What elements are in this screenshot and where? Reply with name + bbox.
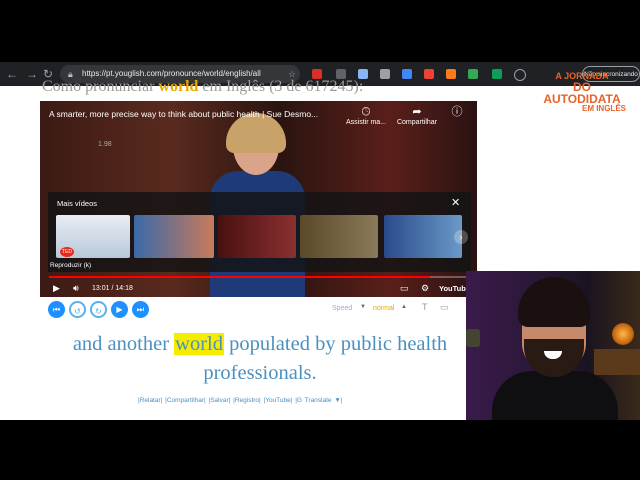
close-icon[interactable]: ✕ (451, 196, 460, 209)
webcam-overlay (466, 271, 640, 420)
speed-label: Speed (332, 305, 353, 312)
logo-line-3: EM INGLÊS (581, 104, 626, 113)
speed-up-icon[interactable]: ▲ (401, 304, 407, 310)
watch-later-button[interactable]: 🕒︎ Assistir ma... (339, 105, 393, 126)
gear-icon[interactable]: ⚙ (421, 280, 429, 297)
caption-text: and another world populated by public he… (40, 330, 480, 388)
repeat-icon[interactable]: ↻ (90, 301, 107, 318)
video-title[interactable]: A smarter, more precise way to think abo… (49, 109, 339, 119)
microphone (466, 329, 480, 347)
extension-icon[interactable] (424, 69, 434, 79)
clock-icon: 🕒︎ (361, 106, 371, 118)
speed-down-icon[interactable]: ▼ (360, 304, 366, 310)
info-icon: ⓘ (451, 106, 463, 118)
heading-suffix: em Inglês (3 de 617245): (202, 78, 364, 95)
video-thumbnail[interactable] (384, 215, 462, 258)
back-five-icon[interactable]: ↺ (69, 301, 86, 318)
chevron-right-icon[interactable]: › (454, 230, 468, 244)
extension-icon[interactable] (380, 69, 390, 79)
text-size-icon[interactable]: T (422, 302, 428, 312)
extension-icon[interactable] (446, 69, 456, 79)
progress-fill (49, 276, 431, 278)
screen-icon[interactable]: ▭ (440, 302, 449, 313)
video-thumbnail[interactable] (134, 215, 214, 258)
extension-icon[interactable] (468, 69, 478, 79)
caption-after: populated by public health professionals… (203, 333, 448, 384)
video-player[interactable]: 1.98 A smarter, more precise way to thin… (40, 101, 477, 297)
caption-before: and another (72, 333, 170, 355)
page-title: Como pronunciar world em Inglês (3 de 61… (42, 78, 363, 96)
bookshelf (594, 349, 640, 375)
presenter-body (492, 371, 618, 420)
video-thumbnail[interactable] (218, 215, 296, 258)
info-button[interactable]: ⓘ (430, 105, 477, 119)
previous-track-icon[interactable]: ⏮ (48, 301, 65, 318)
more-videos-title: Mais vídeos (57, 199, 98, 208)
more-videos-panel: Mais vídeos ✕ TED › (48, 192, 471, 272)
ted-badge: TED (60, 247, 74, 257)
logo-line-2: DO AUTODIDATA (543, 80, 621, 106)
next-track-icon[interactable]: ⏭ (132, 301, 149, 318)
time-display: 13:01 / 14:18 (92, 285, 133, 292)
play-icon[interactable]: ▶ (111, 301, 128, 318)
heading-word: world (158, 78, 199, 95)
video-watermark: 1.98 (98, 141, 112, 148)
video-thumbnail[interactable] (300, 215, 378, 258)
action-links[interactable]: |Relatar| |Compartilhar| |Salvar| |Regis… (138, 397, 342, 404)
back-icon[interactable]: ← (2, 62, 22, 86)
presenter-hair (518, 277, 590, 327)
channel-logo: A JORNADA DO AUTODIDATA EM INGLÊS (536, 72, 628, 113)
player-controls: ▶ 🔊︎ 13:01 / 14:18 ▭ ⚙ YouTube (40, 280, 477, 297)
play-icon[interactable]: ▶ (53, 280, 60, 297)
extension-icon[interactable] (402, 69, 412, 79)
share-label: Compartilhar (396, 119, 438, 126)
heading-prefix: Como pronunciar (42, 78, 155, 95)
extensions-puzzle-icon[interactable] (514, 69, 526, 81)
subtitles-icon[interactable]: ▭ (400, 280, 409, 297)
extension-icon[interactable] (492, 69, 502, 79)
watch-later-label: Assistir ma... (345, 119, 387, 126)
progress-bar[interactable] (49, 276, 468, 278)
play-tooltip: Reproduzir (k) (50, 262, 92, 269)
volume-icon[interactable]: 🔊︎ (73, 280, 79, 297)
caption-highlight-word: world (174, 333, 224, 355)
speed-value: normal (373, 305, 395, 312)
lamp-light (612, 323, 634, 345)
